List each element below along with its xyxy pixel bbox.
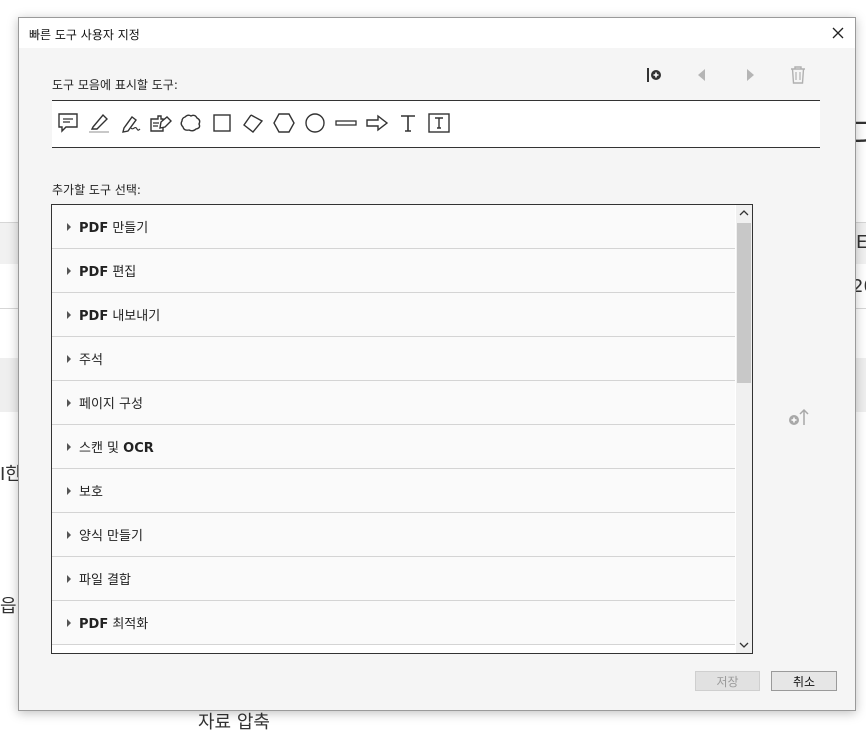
add-up-icon — [789, 408, 809, 425]
caret-right-icon — [67, 222, 71, 231]
background-text: 자료 압축 — [198, 712, 270, 733]
list-item[interactable]: PDF 만들기 — [52, 205, 735, 249]
close-button[interactable] — [821, 18, 855, 48]
add-divider-icon — [647, 68, 661, 82]
line-icon — [335, 120, 357, 126]
list-item[interactable]: 보호 — [52, 469, 735, 513]
delete-button[interactable] — [785, 62, 811, 88]
text-t-icon — [401, 115, 415, 132]
caret-right-icon — [67, 310, 71, 319]
comment-icon — [58, 113, 78, 133]
close-icon — [832, 27, 844, 39]
triangle-left-icon — [698, 69, 705, 81]
trash-icon — [791, 66, 805, 84]
list-item[interactable]: 주석 — [52, 337, 735, 381]
list-item[interactable]: PDF 최적화 — [52, 601, 735, 645]
list-item[interactable]: 스캔 및 OCR — [52, 425, 735, 469]
caret-right-icon — [67, 442, 71, 451]
scroll-up-button[interactable] — [736, 205, 752, 221]
stamp-icon — [150, 115, 172, 132]
polygon-line-icon — [243, 114, 264, 133]
add-tool-button[interactable] — [786, 404, 812, 430]
list-item[interactable]: PDF 내보내기 — [52, 293, 735, 337]
caret-right-icon — [67, 618, 71, 627]
tool-line[interactable] — [333, 110, 359, 136]
caret-right-icon — [67, 398, 71, 407]
tool-draw[interactable] — [117, 110, 143, 136]
scroll-down-button[interactable] — [736, 637, 752, 653]
list-item[interactable]: PDF 편집 — [52, 249, 735, 293]
tool-group-list: PDF 만들기 PDF 편집 PDF 내보내기 주석 페이지 구성 스캔 및 O… — [51, 204, 753, 654]
list-item[interactable]: 페이지 구성 — [52, 381, 735, 425]
dialog-titlebar: 빠른 도구 사용자 지정 — [19, 18, 855, 48]
list-item[interactable]: 파일 결합 — [52, 557, 735, 601]
caret-right-icon — [67, 354, 71, 363]
add-tools-label: 추가할 도구 선택: — [52, 183, 141, 197]
rectangle-icon — [213, 114, 231, 132]
cloud-icon — [180, 114, 201, 132]
scroll-thumb[interactable] — [737, 223, 751, 383]
tool-arrow[interactable] — [364, 110, 390, 136]
save-button[interactable]: 저장 — [695, 671, 760, 691]
tool-comment[interactable] — [55, 110, 81, 136]
list-item[interactable]: 양식 만들기 — [52, 513, 735, 557]
tool-rectangle[interactable] — [209, 110, 235, 136]
tool-oval[interactable] — [302, 110, 328, 136]
circle-icon — [305, 113, 325, 133]
dialog-title: 빠른 도구 사용자 지정 — [29, 28, 140, 42]
caret-right-icon — [67, 266, 71, 275]
triangle-right-icon — [747, 69, 754, 81]
tool-stamp[interactable] — [148, 110, 174, 136]
move-left-button[interactable] — [689, 62, 715, 88]
caret-right-icon — [67, 574, 71, 583]
textbox-icon — [428, 113, 450, 133]
hexagon-icon — [273, 113, 295, 133]
cancel-button[interactable]: 취소 — [771, 671, 837, 691]
tool-highlight[interactable] — [86, 110, 112, 136]
display-tools-label: 도구 모음에 표시할 도구: — [52, 78, 178, 92]
tool-text[interactable] — [395, 110, 421, 136]
move-right-button[interactable] — [737, 62, 763, 88]
chevron-up-icon — [739, 210, 749, 216]
tool-textbox[interactable] — [426, 110, 452, 136]
caret-right-icon — [67, 486, 71, 495]
pen-draw-icon — [122, 116, 141, 133]
list-scrollbar[interactable] — [736, 205, 752, 653]
tool-polygon-line[interactable] — [240, 110, 266, 136]
tool-cloud[interactable] — [178, 110, 204, 136]
customize-quick-tools-dialog: 빠른 도구 사용자 지정 도구 모음에 표시할 도구: 추가할 도구 선택: P… — [18, 17, 856, 711]
add-divider-button[interactable] — [641, 62, 667, 88]
chevron-down-icon — [739, 642, 749, 648]
arrow-right-icon — [366, 114, 389, 132]
background-text: E — [856, 232, 866, 253]
caret-right-icon — [67, 530, 71, 539]
selected-tools-strip — [52, 100, 820, 148]
highlighter-icon — [89, 113, 109, 133]
tool-polygon[interactable] — [271, 110, 297, 136]
background-text: 읍 — [0, 596, 17, 617]
